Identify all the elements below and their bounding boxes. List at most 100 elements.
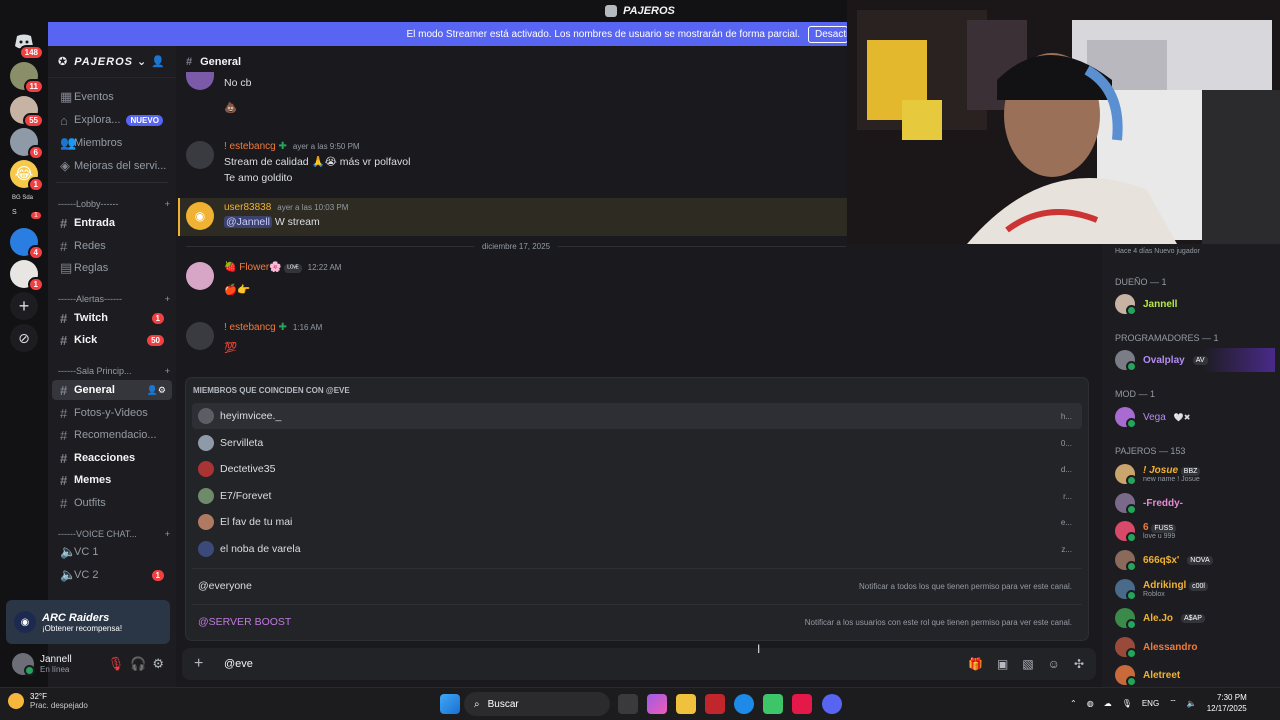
- start-icon[interactable]: [440, 694, 460, 714]
- autocomplete-member[interactable]: el noba de varela z...: [192, 536, 1082, 562]
- sidebar-item-members[interactable]: 👥 Miembros: [52, 133, 172, 153]
- member-owner[interactable]: Jannell: [1115, 292, 1275, 316]
- channel-fotos[interactable]: # Fotos-y-Videos: [52, 403, 172, 423]
- channel-redes[interactable]: # Redes: [52, 236, 172, 256]
- channel-reacciones[interactable]: # Reacciones: [52, 448, 172, 468]
- autocomplete-everyone[interactable]: @everyone Notificar a todos los que tiene…: [192, 573, 1082, 599]
- message-author[interactable]: 🍓 Flower🌸 ᴸᴼᵛᴱ 12:22 AM: [224, 262, 341, 273]
- disable-streamer-button[interactable]: Desacti: [808, 25, 848, 43]
- voice-channel-vc1[interactable]: 🔈 VC 1: [52, 542, 172, 562]
- channel-memes[interactable]: # Memes: [52, 470, 172, 490]
- voice-channel-vc2[interactable]: 🔈 VC 2 1: [52, 565, 172, 585]
- add-server-icon[interactable]: +: [10, 292, 38, 320]
- mic-muted-icon[interactable]: 🎙: [108, 656, 125, 672]
- channel-general[interactable]: # General 👤⚙: [52, 380, 172, 400]
- discord-home-icon[interactable]: 148: [10, 28, 44, 60]
- gear-icon[interactable]: ⚙: [152, 656, 164, 672]
- avatar[interactable]: [186, 141, 214, 169]
- channel-entrada[interactable]: # Entrada: [52, 213, 172, 233]
- hash-icon: #: [60, 427, 68, 443]
- headphones-muted-icon[interactable]: 🎧: [130, 656, 146, 672]
- sidebar-item-events[interactable]: ▦ Eventos: [52, 87, 172, 107]
- channel-outfits[interactable]: # Outfits: [52, 493, 172, 513]
- autocomplete-member[interactable]: El fav de tu mai e...: [192, 509, 1082, 535]
- autocomplete-member[interactable]: Dectetive35 d...: [192, 456, 1082, 482]
- member-item[interactable]: Ale.Jo A$AP: [1115, 606, 1275, 630]
- member-item[interactable]: Aletreet: [1115, 663, 1275, 687]
- discord-avatar-icon[interactable]: ◉: [186, 202, 214, 230]
- task-view-icon[interactable]: [618, 694, 638, 714]
- sidebar-item-explore[interactable]: ⌂ Explora... NUEVO: [52, 110, 172, 130]
- category-lobby[interactable]: ------Lobby------ +: [58, 199, 170, 209]
- hash-icon: #: [60, 310, 68, 326]
- add-channel-icon[interactable]: +: [165, 366, 170, 376]
- server-icon-2[interactable]: 55: [10, 96, 44, 128]
- server-icon-5[interactable]: 1: [10, 260, 44, 292]
- add-channel-icon[interactable]: +: [165, 199, 170, 209]
- message-author[interactable]: user83838 ayer a las 10:03 PM: [224, 202, 348, 213]
- weather-widget[interactable]: 32°F Prac. despejado: [8, 692, 88, 710]
- gift-icon[interactable]: 🎁: [968, 657, 983, 671]
- autocomplete-member[interactable]: E7/Forevet r...: [192, 483, 1082, 509]
- onedrive-icon[interactable]: ☁: [1104, 699, 1112, 708]
- language-indicator[interactable]: ENG: [1142, 699, 1159, 708]
- avatar[interactable]: [186, 322, 214, 350]
- channel-twitch[interactable]: # Twitch 1: [52, 308, 172, 328]
- sticker-icon[interactable]: ▧: [1022, 657, 1033, 671]
- apps-icon[interactable]: ✣: [1074, 657, 1084, 671]
- invite-icon[interactable]: 👤: [151, 55, 166, 68]
- discover-icon[interactable]: ⊘: [10, 324, 38, 352]
- mcafee-icon[interactable]: [705, 694, 725, 714]
- user-mention[interactable]: @Jannell: [224, 216, 272, 228]
- emoji-icon[interactable]: ☺: [1048, 657, 1060, 671]
- server-icon-4[interactable]: 4: [10, 228, 44, 260]
- server-icon-emoji[interactable]: 😂 1: [10, 160, 44, 192]
- edge-icon[interactable]: [734, 694, 754, 714]
- category-sala[interactable]: ------Sala Princip... +: [58, 366, 170, 376]
- server-icon-3[interactable]: 6: [10, 128, 44, 160]
- wifi-icon[interactable]: ⌔: [1169, 698, 1177, 708]
- message-input[interactable]: @eve: [224, 658, 968, 670]
- member-item[interactable]: ! Josue BBZ new name ! Josue: [1115, 462, 1275, 486]
- add-channel-icon[interactable]: +: [165, 294, 170, 304]
- channel-kick[interactable]: # Kick 50: [52, 330, 172, 350]
- settings-icon[interactable]: 👤⚙: [147, 385, 166, 396]
- autocomplete-member[interactable]: Servilleta 0...: [192, 430, 1082, 456]
- copilot-icon[interactable]: [647, 694, 667, 714]
- avatar[interactable]: [186, 262, 214, 290]
- member-programmer[interactable]: Ovalplay AV: [1115, 348, 1275, 372]
- add-channel-icon[interactable]: +: [165, 529, 170, 539]
- channel-recomendaciones[interactable]: # Recomendacio...: [52, 425, 172, 445]
- member-item[interactable]: 666q$x' NOVA: [1115, 548, 1275, 572]
- autocomplete-member[interactable]: heyimvicee._ h...: [192, 403, 1082, 429]
- member-mod[interactable]: Vega 🤍✖: [1115, 405, 1275, 429]
- sidebar-item-boosts[interactable]: ◈ Mejoras del servi...: [52, 156, 172, 176]
- autocomplete-role-boost[interactable]: @SERVER BOOST Notificar a los usuarios co…: [192, 609, 1082, 635]
- category-alertas[interactable]: ------Alertas------ +: [58, 294, 170, 304]
- tiktok-icon[interactable]: [792, 694, 812, 714]
- clock[interactable]: 7:30 PM 12/17/2025: [1207, 692, 1247, 714]
- gif-icon[interactable]: ▣: [997, 657, 1008, 671]
- message-author[interactable]: ! estebancg ✚ 1:16 AM: [224, 322, 322, 333]
- message-author[interactable]: ! estebancg ✚ ayer a las 9:50 PM: [224, 141, 360, 152]
- promo-card[interactable]: ◉ ARC Raiders ¡Obtener recompensa!: [6, 600, 170, 644]
- message-composer[interactable]: + @eve 🎁 ▣ ▧ ☺ ✣: [182, 648, 1096, 680]
- member-item[interactable]: 6 FUSS love u 999: [1115, 519, 1275, 543]
- channel-reglas[interactable]: ▤ Reglas: [52, 258, 172, 278]
- member-item[interactable]: Adrikingl c00l Roblox: [1115, 577, 1275, 601]
- mic-icon[interactable]: 🎙: [1122, 699, 1132, 708]
- network-icon[interactable]: ◍: [1087, 699, 1094, 708]
- server-icon-1[interactable]: 11: [10, 62, 44, 94]
- avatar[interactable]: [12, 653, 35, 676]
- member-item[interactable]: -Freddy-: [1115, 491, 1275, 515]
- add-attachment-icon[interactable]: +: [194, 655, 224, 673]
- chevron-up-icon[interactable]: ⌃: [1070, 699, 1077, 708]
- discord-taskbar-icon[interactable]: [822, 694, 842, 714]
- taskbar-search[interactable]: ⌕ Buscar: [464, 692, 610, 716]
- member-item[interactable]: Alessandro: [1115, 635, 1275, 659]
- file-explorer-icon[interactable]: [676, 694, 696, 714]
- server-header[interactable]: ✪ PAJEROS ⌄ 👤: [48, 46, 176, 78]
- app-icon[interactable]: [763, 694, 783, 714]
- volume-icon[interactable]: 🔈: [1187, 699, 1197, 708]
- category-voice[interactable]: ------VOICE CHAT... +: [58, 529, 170, 539]
